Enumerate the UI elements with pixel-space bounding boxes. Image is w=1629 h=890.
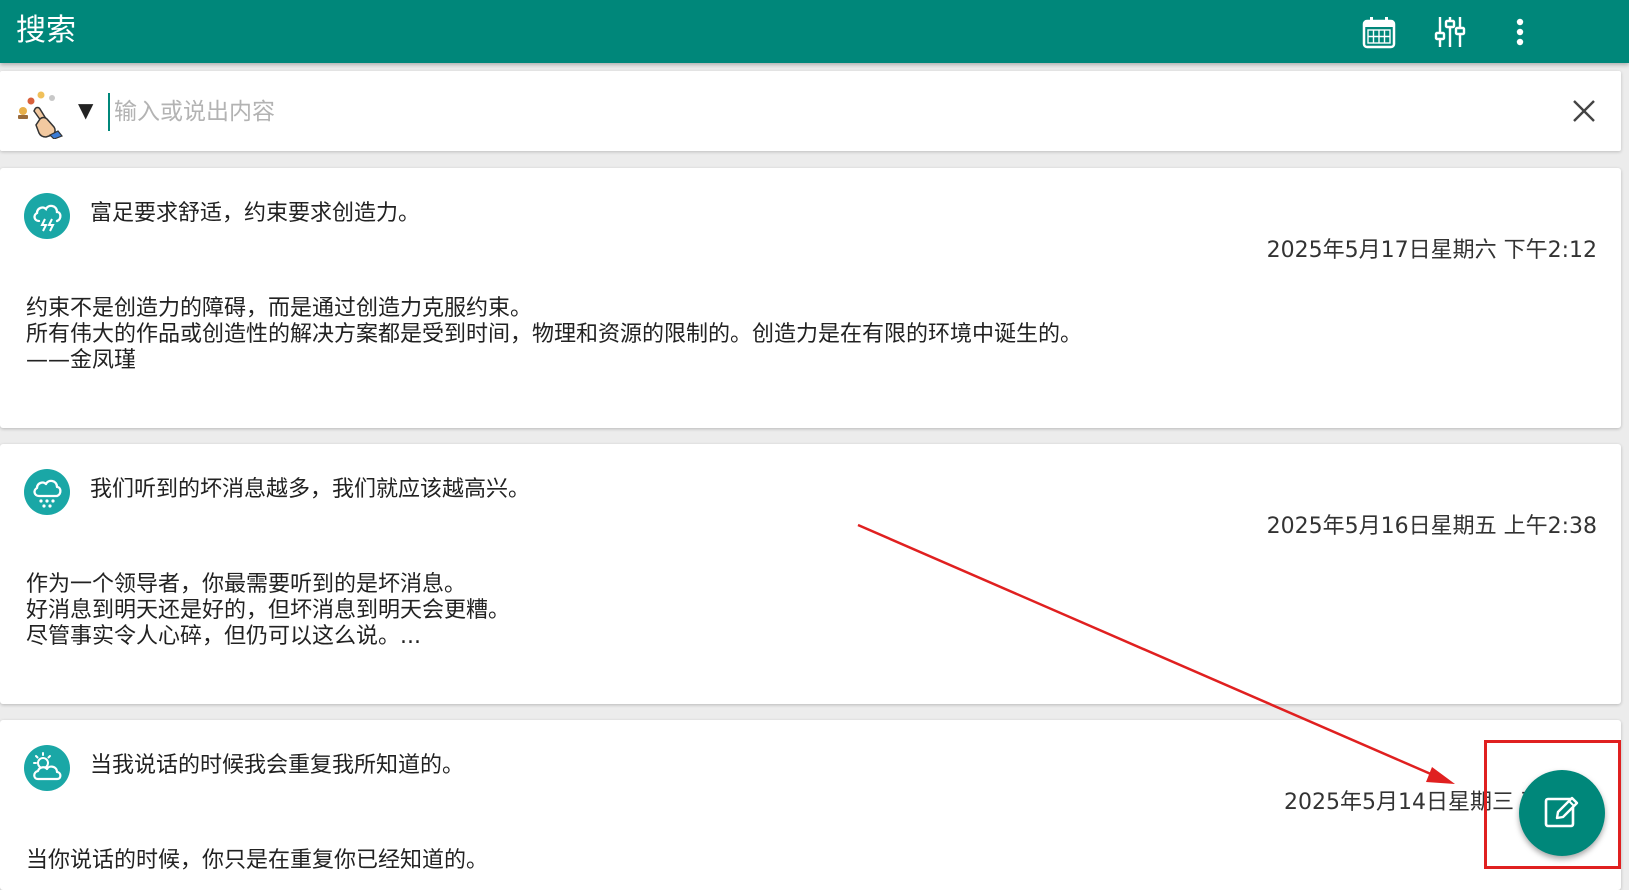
- entry-title: 我们听到的坏消息越多，我们就应该越高兴。: [90, 477, 531, 502]
- entry-body-line: ——金凤瑾: [26, 348, 137, 373]
- calendar-icon[interactable]: [1359, 12, 1399, 52]
- entry-body-line: 好消息到明天还是好的，但坏消息到明天会更糟。: [26, 598, 511, 623]
- search-bar: ▼: [0, 71, 1621, 151]
- page-title: 搜索: [16, 13, 76, 48]
- entry-body-line: 当你说话的时候，你只是在重复你已经知道的。: [26, 848, 489, 873]
- close-icon[interactable]: [1566, 93, 1602, 129]
- list-item[interactable]: 富足要求舒适，约束要求创造力。 2025年5月17日星期六 下午2:12 约束不…: [0, 168, 1621, 428]
- entry-body: 约束不是创造力的障碍，而是通过创造力克服约束。 所有伟大的作品或创造性的解决方案…: [26, 296, 1082, 374]
- entry-body-line: 作为一个领导者，你最需要听到的是坏消息。: [26, 572, 467, 597]
- cloud-lightning-icon: [24, 193, 70, 239]
- list-item[interactable]: 当我说话的时候我会重复我所知道的。 2025年5月14日星期三 下 当你说话的时…: [0, 720, 1621, 890]
- more-vert-icon[interactable]: [1500, 12, 1540, 52]
- sun-cloud-icon: [24, 745, 70, 791]
- edit-icon: [1543, 792, 1581, 834]
- entry-body-line: 尽管事实令人心碎，但仍可以这么说。...: [26, 624, 421, 649]
- entry-body: 当你说话的时候，你只是在重复你已经知道的。: [26, 848, 488, 874]
- entry-body-line: 约束不是创造力的障碍，而是通过创造力克服约束。: [26, 296, 533, 321]
- hand-pointer-icon[interactable]: [14, 89, 68, 140]
- filter-sliders-icon[interactable]: [1430, 12, 1470, 52]
- edit-button[interactable]: [1519, 770, 1605, 856]
- entry-title: 当我说话的时候我会重复我所知道的。: [90, 753, 465, 778]
- entry-body: 作为一个领导者，你最需要听到的是坏消息。 好消息到明天还是好的，但坏消息到明天会…: [26, 572, 510, 650]
- list-item[interactable]: 我们听到的坏消息越多，我们就应该越高兴。 2025年5月16日星期五 上午2:3…: [0, 444, 1621, 704]
- search-source-dropdown[interactable]: ▼: [78, 97, 93, 123]
- app-bar: 搜索: [0, 0, 1629, 63]
- search-input[interactable]: [108, 93, 1494, 131]
- entry-title: 富足要求舒适，约束要求创造力。: [90, 201, 421, 226]
- entry-date: 2025年5月14日星期三 下: [1284, 790, 1543, 815]
- entry-date: 2025年5月16日星期五 上午2:38: [1266, 514, 1597, 539]
- entry-date: 2025年5月17日星期六 下午2:12: [1266, 238, 1597, 263]
- entry-body-line: 所有伟大的作品或创造性的解决方案都是受到时间，物理和资源的限制的。创造力是在有限…: [26, 322, 1083, 347]
- cloud-rain-icon: [24, 469, 70, 515]
